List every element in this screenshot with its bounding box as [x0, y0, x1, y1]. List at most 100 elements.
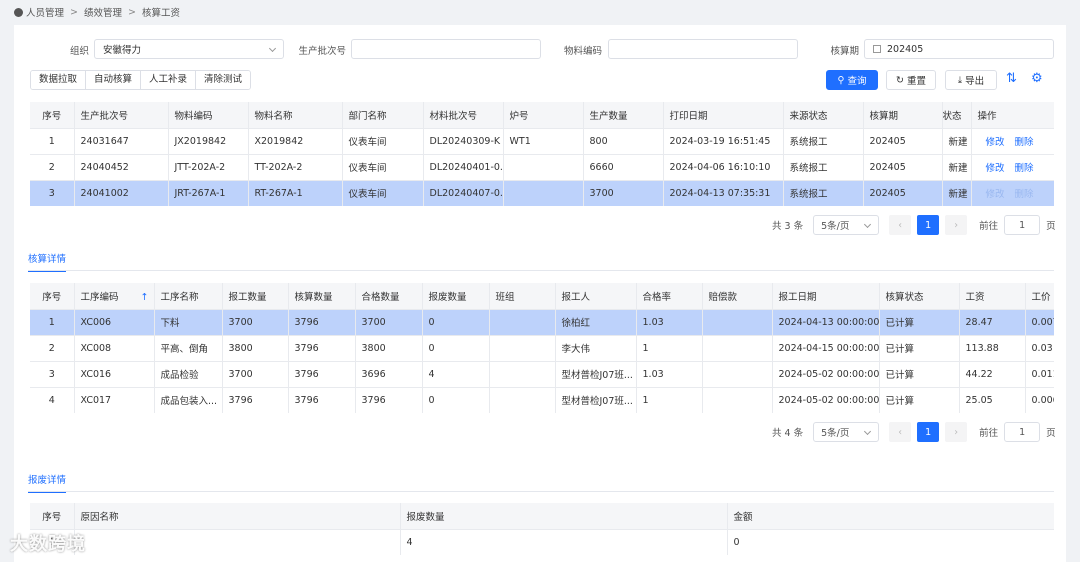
- table-cell: 3: [30, 360, 75, 387]
- delete-link[interactable]: 删除: [1015, 163, 1034, 174]
- page-size-select[interactable]: 5条/页: [813, 422, 880, 442]
- tab-divider: [28, 491, 1054, 492]
- table-cell: 成品检验: [154, 360, 223, 387]
- breadcrumb-item[interactable]: 人员管理: [26, 5, 64, 19]
- column-header: 核算期: [863, 102, 943, 128]
- column-header: 物料名称: [248, 102, 343, 128]
- column-header: 原因名称: [74, 503, 401, 529]
- table-cell: 仪表车间: [342, 179, 424, 206]
- table-cell: 3796: [288, 308, 356, 335]
- table-cell: 0: [422, 386, 490, 413]
- column-header: 打印日期: [663, 102, 784, 128]
- table-cell: 3: [30, 179, 75, 206]
- table-cell: 24041002: [74, 179, 169, 206]
- table-row[interactable]: 3 24041002 JRT-267A-1 RT-267A-1 仪表车间 DL202404…: [30, 179, 1054, 206]
- table-row[interactable]: 1 XC006 下料 3700 3796 3700 0 徐柏红 1.03 2024-04-13 0…: [30, 308, 1054, 335]
- calendar-icon: [873, 45, 881, 53]
- download-icon: ⤓: [957, 74, 963, 86]
- column-header: 报工人: [555, 283, 637, 309]
- table-row[interactable]: 3 XC016 成品检验 3700 3796 3696 4 型材普检J07班... 1.03 20…: [30, 360, 1054, 387]
- table-cell: RT-267A-1: [248, 179, 343, 206]
- watermark-logo: 大数跨境: [10, 534, 86, 555]
- row-actions: 修改 删除: [971, 153, 1054, 180]
- gear-icon[interactable]: ⚙: [1031, 71, 1043, 86]
- table-cell: 3696: [355, 360, 423, 387]
- manual-entry-button[interactable]: 人工补录: [141, 71, 197, 89]
- edit-link[interactable]: 修改: [986, 137, 1005, 148]
- sort-arrow-up-icon[interactable]: ↑: [141, 292, 149, 303]
- table-row[interactable]: 140: [30, 528, 1054, 555]
- table-row[interactable]: 2 24040452 JTT-202A-2 TT-202A-2 仪表车间 DL202404…: [30, 153, 1054, 180]
- table-row[interactable]: 4 XC017 成品包装入... 3796 3796 3796 0 型材普检J07班... 1 2…: [30, 386, 1054, 413]
- goto-page-input[interactable]: 1: [1004, 215, 1041, 235]
- column-header: 物料编码: [168, 102, 249, 128]
- table-cell: 1: [636, 334, 703, 361]
- table-cell: 李大伟: [555, 334, 637, 361]
- action-button-group: 数据拉取 自动核算 人工补录 清除测试: [30, 70, 252, 90]
- table-cell: [702, 308, 773, 335]
- delete-link[interactable]: 删除: [1015, 137, 1034, 148]
- table-cell: DL20240401-0...: [423, 153, 504, 180]
- table-header: 序号 工序编码 ↑ 工序名称 报工数量 核算数量 合格数量 报废数量 班组 报工人…: [30, 283, 1054, 309]
- column-header-sortable[interactable]: 工序编码 ↑: [74, 283, 155, 309]
- table-cell: 2024-03-19 16:51:45: [663, 127, 784, 154]
- period-picker[interactable]: 202405: [864, 39, 1054, 59]
- page-number-current[interactable]: 1: [917, 215, 940, 235]
- batch-input[interactable]: [351, 39, 541, 59]
- table-cell: 25.05: [959, 386, 1026, 413]
- page-number-current[interactable]: 1: [917, 422, 940, 442]
- tab-calc-detail[interactable]: 核算详情: [28, 251, 67, 272]
- column-header: 合格数量: [355, 283, 423, 309]
- table-cell: [489, 334, 556, 361]
- refresh-icon: ↻: [896, 74, 904, 86]
- table-row[interactable]: 1 24031647 JX2019842 X2019842 仪表车间 DL20240309…: [30, 127, 1054, 154]
- edit-link[interactable]: 修改: [986, 163, 1005, 174]
- column-header: 序号: [30, 102, 75, 128]
- table-cell: [503, 179, 584, 206]
- export-button[interactable]: ⤓ 导出: [945, 70, 997, 90]
- edit-link[interactable]: 修改: [986, 189, 1005, 200]
- main-panel: 组织 安徽得力 生产批次号 物料编码 核算期 202405 数据拉取 自动核算 …: [14, 25, 1066, 562]
- clear-test-button[interactable]: 清除测试: [196, 71, 251, 89]
- table-cell: 仪表车间: [342, 153, 424, 180]
- table-cell: 2024-04-06 16:10:10: [663, 153, 784, 180]
- column-header: 报工日期: [772, 283, 880, 309]
- column-header: 核算状态: [879, 283, 960, 309]
- reset-button[interactable]: ↻ 重置: [886, 70, 936, 90]
- period-picker-value: 202405: [887, 43, 924, 55]
- table-cell: XC016: [74, 360, 155, 387]
- breadcrumb-item[interactable]: 绩效管理: [84, 5, 122, 19]
- table-cell: 3800: [355, 334, 423, 361]
- prev-page-button[interactable]: ‹: [889, 215, 912, 235]
- table-cell: 4: [422, 360, 490, 387]
- page-size-select[interactable]: 5条/页: [813, 215, 880, 235]
- query-button[interactable]: ⚲ 查询: [826, 70, 878, 90]
- column-header: 生产数量: [583, 102, 664, 128]
- detail-table-viewport[interactable]: 序号 工序编码 ↑ 工序名称 报工数量 核算数量 合格数量 报废数量 班组 报工人…: [30, 283, 1054, 416]
- column-header: 部门名称: [342, 102, 424, 128]
- goto-page-input[interactable]: 1: [1004, 422, 1041, 442]
- table-cell: 2024-05-02 00:00:00: [772, 386, 880, 413]
- fetch-data-button[interactable]: 数据拉取: [31, 71, 87, 89]
- column-header: 报工数量: [222, 283, 289, 309]
- table-cell: [503, 153, 584, 180]
- detail-pagination: 共 4 条 5条/页 ‹ 1 › 前往 1 页: [772, 422, 1056, 442]
- prev-page-button[interactable]: ‹: [889, 422, 912, 442]
- sort-icon[interactable]: ⇅: [1006, 71, 1017, 86]
- period-label: 核算期: [830, 46, 859, 57]
- org-select[interactable]: 安徽得力: [94, 39, 284, 59]
- org-select-value: 安徽得力: [103, 45, 142, 56]
- table-cell: 2024-05-02 00:00:00: [772, 360, 880, 387]
- table-cell: 24040452: [74, 153, 169, 180]
- table-cell: [702, 386, 773, 413]
- table-row[interactable]: 2 XC008 平高、倒角 3800 3796 3800 0 李大伟 1 2024-04-15 0…: [30, 334, 1054, 361]
- delete-link[interactable]: 删除: [1015, 189, 1034, 200]
- next-page-button[interactable]: ›: [945, 215, 968, 235]
- table-cell: 3796: [222, 386, 289, 413]
- table-cell: 4: [30, 386, 75, 413]
- tab-scrap-detail[interactable]: 报废详情: [28, 472, 67, 493]
- table-cell: 型材普检J07班...: [555, 386, 637, 413]
- next-page-button[interactable]: ›: [945, 422, 968, 442]
- material-input[interactable]: [608, 39, 798, 59]
- auto-calc-button[interactable]: 自动核算: [86, 71, 142, 89]
